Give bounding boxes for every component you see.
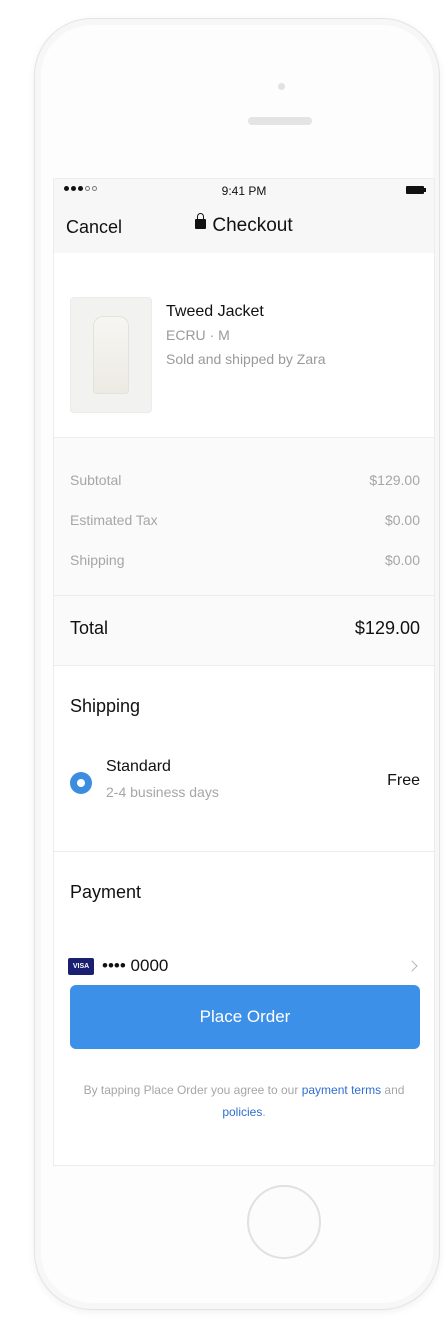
total-label: Total xyxy=(70,618,109,638)
nav-bar: Cancel Checkout xyxy=(54,203,434,254)
summary-label: Estimated Tax xyxy=(70,512,158,528)
summary-value: $0.00 xyxy=(384,552,420,568)
terms-middle: and xyxy=(384,1083,405,1097)
payment-section: Payment VISA •••• 0000 xyxy=(54,851,434,992)
home-button[interactable] xyxy=(247,1185,321,1259)
payment-terms-link[interactable]: payment terms xyxy=(302,1083,381,1097)
product-seller: Sold and shipped by Zara xyxy=(166,351,326,367)
summary-label: Shipping xyxy=(70,552,125,568)
product-card[interactable]: Tweed Jacket ECRU · M Sold and shipped b… xyxy=(54,253,434,437)
camera-icon xyxy=(278,83,285,90)
summary-row-tax: Estimated Tax $0.00 xyxy=(70,512,420,528)
status-bar: 9:41 PM xyxy=(54,179,434,203)
phone-screen: 9:41 PM Cancel Checkout Tweed Jacket ECR… xyxy=(53,178,435,1166)
battery-icon xyxy=(406,186,426,194)
shipping-method: Standard xyxy=(106,758,171,775)
order-summary: Subtotal $129.00 Estimated Tax $0.00 Shi… xyxy=(54,437,434,596)
product-name: Tweed Jacket xyxy=(166,303,264,320)
summary-row-subtotal: Subtotal $129.00 xyxy=(70,472,420,488)
shipping-section: Shipping Standard 2-4 business days Free xyxy=(54,665,434,852)
shipping-price: Free xyxy=(387,772,420,789)
product-variant: ECRU · M xyxy=(166,327,230,343)
policies-link[interactable]: policies xyxy=(222,1105,262,1119)
place-order-button[interactable]: Place Order xyxy=(70,985,420,1049)
page-title-text: Checkout xyxy=(212,215,293,236)
speaker-icon xyxy=(248,117,312,125)
jacket-icon xyxy=(93,316,129,394)
payment-heading: Payment xyxy=(70,882,142,902)
terms-text: By tapping Place Order you agree to our … xyxy=(64,1079,424,1123)
lock-icon xyxy=(195,212,207,229)
summary-value: $0.00 xyxy=(384,512,420,528)
shipping-heading: Shipping xyxy=(70,696,141,716)
terms-prefix: By tapping Place Order you agree to our xyxy=(83,1083,299,1097)
total-row: Total $129.00 xyxy=(54,595,434,666)
summary-value: $129.00 xyxy=(369,472,420,488)
chevron-right-icon[interactable] xyxy=(406,960,418,972)
shipping-days: 2-4 business days xyxy=(106,784,219,800)
summary-row-shipping: Shipping $0.00 xyxy=(70,552,420,568)
card-number: •••• 0000 xyxy=(102,956,169,975)
product-image xyxy=(70,297,152,413)
visa-card-icon: VISA xyxy=(68,958,94,975)
status-time: 9:41 PM xyxy=(221,184,267,198)
summary-label: Subtotal xyxy=(70,472,122,488)
page-title: Checkout xyxy=(54,212,434,237)
radio-selected-icon[interactable] xyxy=(70,772,92,794)
total-value: $129.00 xyxy=(354,618,420,638)
terms-suffix: . xyxy=(262,1105,266,1119)
